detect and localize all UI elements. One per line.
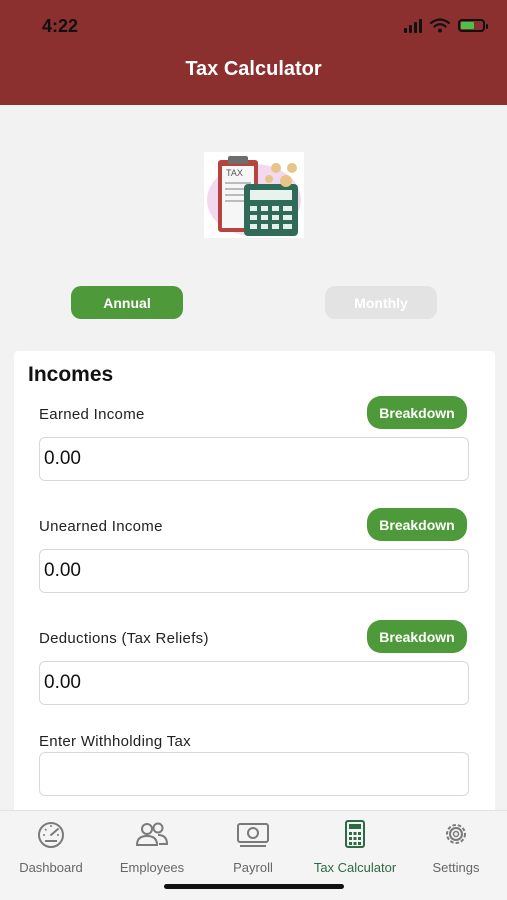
status-icons bbox=[404, 18, 488, 33]
page-title: Tax Calculator bbox=[185, 58, 322, 80]
status-time: 4:22 bbox=[42, 16, 79, 36]
deductions-breakdown-button[interactable]: Breakdown bbox=[367, 620, 467, 653]
unearned-income-breakdown-button[interactable]: Breakdown bbox=[367, 508, 467, 541]
tab-employees[interactable]: Employees bbox=[102, 819, 202, 875]
tax-calculator-logo: TAX bbox=[204, 152, 304, 238]
signal-icon bbox=[404, 18, 422, 33]
deductions-label: Deductions (Tax Reliefs) bbox=[39, 630, 209, 647]
tab-payroll[interactable]: Payroll bbox=[203, 819, 303, 875]
withholding-tax-input[interactable] bbox=[39, 752, 469, 796]
tab-settings[interactable]: Settings bbox=[406, 819, 506, 875]
battery-icon bbox=[458, 19, 488, 32]
withholding-tax-label: Enter Withholding Tax bbox=[39, 733, 191, 750]
tab-label-employees: Employees bbox=[119, 860, 185, 875]
annual-toggle-button[interactable]: Annual bbox=[71, 286, 183, 319]
unearned-income-label: Unearned Income bbox=[39, 518, 163, 535]
people-icon bbox=[135, 822, 169, 846]
wifi-icon bbox=[430, 18, 450, 33]
svg-text:TAX: TAX bbox=[226, 168, 243, 178]
earned-income-label: Earned Income bbox=[39, 406, 145, 423]
tab-label-payroll: Payroll bbox=[233, 860, 273, 875]
tab-label-tax-calculator: Tax Calculator bbox=[313, 860, 397, 875]
tab-dashboard[interactable]: Dashboard bbox=[1, 819, 101, 875]
tab-label-dashboard: Dashboard bbox=[19, 860, 83, 875]
calculator-icon bbox=[345, 820, 365, 848]
deductions-input[interactable]: 0.00 bbox=[39, 661, 469, 705]
header-bar: 4:22 Tax Calculator bbox=[0, 0, 507, 105]
earned-income-breakdown-button[interactable]: Breakdown bbox=[367, 396, 467, 429]
home-indicator bbox=[164, 884, 344, 889]
unearned-income-input[interactable]: 0.00 bbox=[39, 549, 469, 593]
tab-label-settings: Settings bbox=[432, 860, 480, 875]
tab-tax-calculator[interactable]: Tax Calculator bbox=[305, 819, 405, 875]
gear-icon bbox=[446, 824, 466, 844]
monthly-toggle-button[interactable]: Monthly bbox=[325, 286, 437, 319]
earned-income-input[interactable]: 0.00 bbox=[39, 437, 469, 481]
incomes-title: Incomes bbox=[28, 363, 114, 386]
money-icon bbox=[237, 823, 269, 847]
incomes-card: Incomes Earned Income Breakdown 0.00 Une… bbox=[14, 351, 495, 821]
speedometer-icon bbox=[38, 822, 64, 848]
